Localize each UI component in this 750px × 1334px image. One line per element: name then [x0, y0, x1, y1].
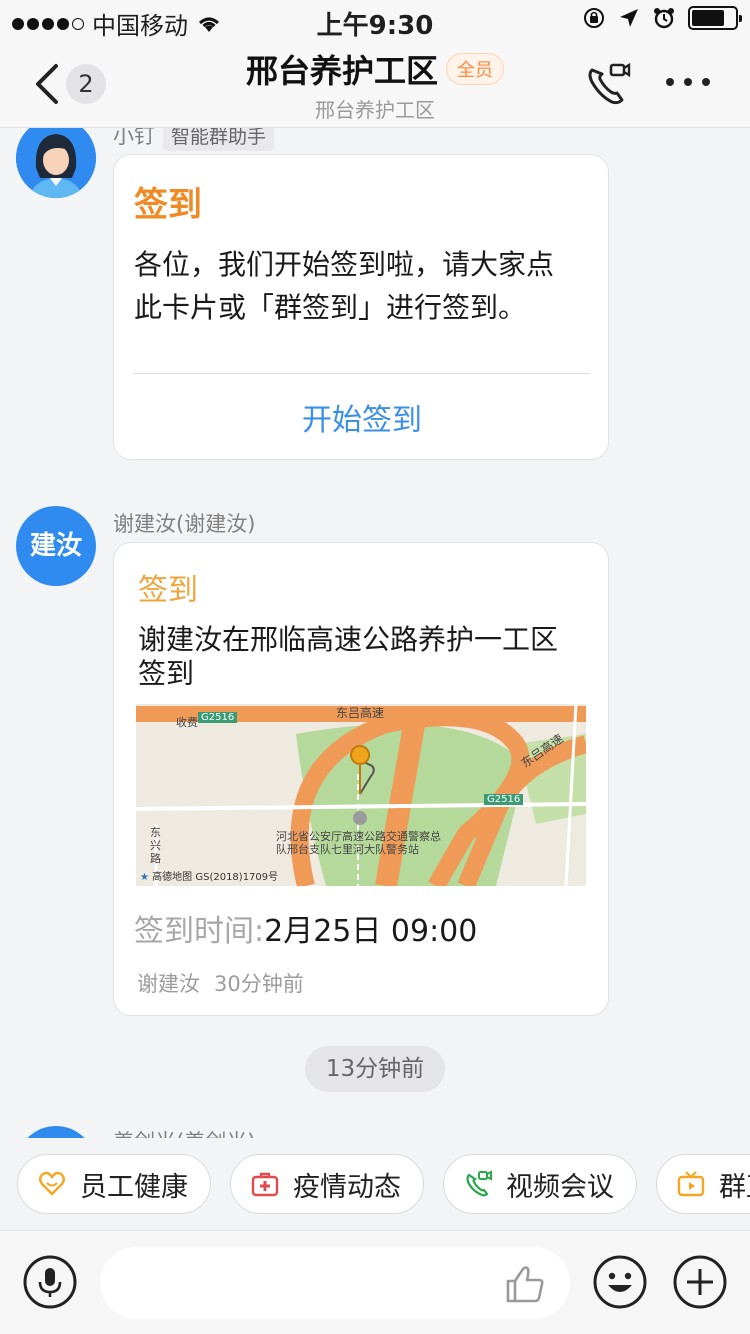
- tv-icon: [677, 1171, 705, 1197]
- sender-name: 谢建汝(谢建汝): [113, 512, 256, 536]
- more-icon[interactable]: [666, 74, 710, 90]
- medkit-icon: [251, 1172, 279, 1197]
- map-highway-label: G2516: [484, 794, 524, 805]
- thumbs-up-icon[interactable]: [504, 1263, 546, 1305]
- assistant-avatar-icon: [16, 128, 96, 198]
- quick-action-label: 员工健康: [80, 1171, 188, 1203]
- sender-tag: 智能群助手: [163, 128, 275, 151]
- chat-title[interactable]: 邢台养护工区 全员: [0, 46, 750, 92]
- message-input[interactable]: [100, 1247, 570, 1319]
- add-icon[interactable]: [673, 1255, 727, 1309]
- sender-name: 姜剑光(姜剑光): [113, 1126, 255, 1138]
- map-poi-label: 河北省公安厅高速公路交通警察总队邢台支队七里河大队警务站: [276, 830, 441, 856]
- card-divider: [134, 373, 590, 374]
- quick-action-label: 群直播: [719, 1171, 750, 1203]
- chat-list[interactable]: 小钉 智能群助手 签到 各位，我们开始签到啦，请大家点此卡片或「群签到」进行签到。…: [0, 128, 750, 1138]
- user-avatar[interactable]: [16, 1126, 96, 1138]
- location-arrow-icon: [620, 9, 638, 27]
- quick-action-video-meeting[interactable]: 视频会议: [443, 1154, 637, 1214]
- video-call-icon: [466, 1170, 492, 1197]
- checkin-time-value: 2月25日 09:00: [264, 914, 478, 949]
- quick-action-bar: 员工健康 疫情动态 视频会议 群直播: [0, 1138, 750, 1230]
- card-title: 签到: [134, 185, 202, 225]
- all-members-tag: 全员: [446, 53, 504, 85]
- time-separator: 13分钟前: [305, 1046, 445, 1092]
- quick-action-label: 视频会议: [506, 1171, 614, 1203]
- status-bar: 中国移动 上午9:30: [0, 0, 750, 41]
- location-map[interactable]: 东吕高速 东吕高速 G2516 G2516 收费 东兴路 河北省公安厅高速公路交…: [136, 704, 586, 886]
- footer-name: 谢建汝: [137, 972, 200, 996]
- map-attribution: ★ 高德地图 GS(2018)1709号: [140, 872, 279, 883]
- card-title: 签到: [138, 573, 198, 608]
- group-subtitle: 邢台养护工区: [315, 98, 435, 122]
- group-name: 邢台养护工区: [245, 52, 438, 90]
- sender-name: 小钉 智能群助手: [113, 128, 275, 151]
- heart-icon: [39, 1171, 65, 1196]
- quick-action-employee-health[interactable]: 员工健康: [17, 1154, 211, 1214]
- quick-action-epidemic-news[interactable]: 疫情动态: [230, 1154, 424, 1214]
- checkin-time-label: 签到时间:: [134, 914, 265, 949]
- alarm-icon: [654, 8, 674, 29]
- user-avatar[interactable]: 建汝: [16, 506, 96, 586]
- video-call-icon[interactable]: [584, 60, 632, 108]
- map-road-label: 东吕高速: [336, 706, 385, 720]
- map-logo-text: 高德地图: [152, 872, 193, 883]
- quick-action-group-live[interactable]: 群直播: [656, 1154, 750, 1214]
- microphone-icon[interactable]: [23, 1255, 77, 1309]
- checkin-card[interactable]: 签到 各位，我们开始签到啦，请大家点此卡片或「群签到」进行签到。 开始签到: [113, 154, 609, 460]
- input-bar: [0, 1230, 750, 1334]
- quick-action-label: 疫情动态: [293, 1171, 401, 1203]
- sender-name-text: 小钉: [113, 128, 155, 148]
- map-street-label: 东兴路: [150, 826, 161, 865]
- bot-avatar[interactable]: [16, 128, 96, 198]
- map-toll-label: 收费: [176, 716, 198, 729]
- checkin-time: 签到时间:2月25日 09:00: [134, 906, 477, 950]
- nav-bar: 2 邢台养护工区 全员 邢台养护工区: [0, 40, 750, 128]
- checkin-footer: 谢建汝 30分钟前: [137, 968, 304, 998]
- card-text: 各位，我们开始签到啦，请大家点此卡片或「群签到」进行签到。: [134, 248, 555, 324]
- footer-time-ago: 30分钟前: [214, 972, 304, 996]
- orientation-lock-icon: [584, 8, 604, 28]
- start-checkin-button[interactable]: 开始签到: [114, 395, 610, 439]
- map-highway-label: G2516: [198, 712, 238, 723]
- card-text: 谢建汝在邢临高速公路养护一工区签到: [138, 623, 559, 690]
- battery-icon: [688, 6, 742, 30]
- map-license-text: GS(2018)1709号: [195, 872, 279, 883]
- emoji-icon[interactable]: [593, 1255, 647, 1309]
